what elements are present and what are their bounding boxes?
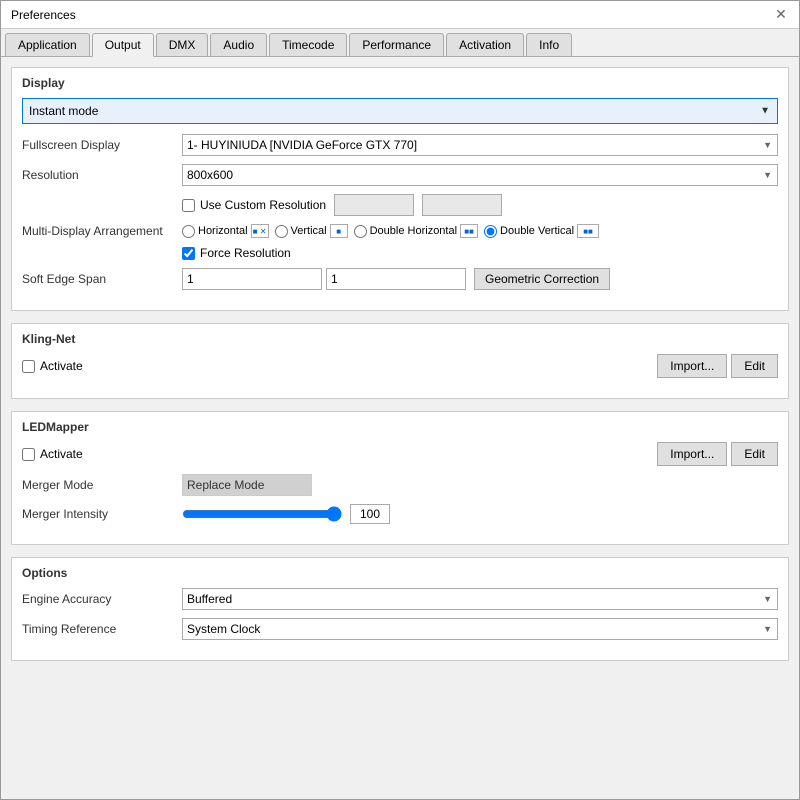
title-bar: Preferences ✕	[1, 1, 799, 29]
resolution-select-wrapper[interactable]: 800x600	[182, 164, 778, 186]
double-vertical-label: Double Vertical	[500, 225, 574, 237]
double-horizontal-label: Double Horizontal	[370, 225, 457, 237]
custom-res-input-2[interactable]	[422, 194, 502, 216]
kling-net-activate-label: Activate	[40, 359, 83, 373]
display-section: Display Instant mode Fullscreen Display …	[11, 67, 789, 311]
soft-edge-input-1[interactable]	[182, 268, 322, 290]
vertical-icon: ■	[330, 224, 348, 238]
double-vertical-radio[interactable]	[484, 225, 497, 238]
soft-edge-label: Soft Edge Span	[22, 272, 182, 286]
fullscreen-label: Fullscreen Display	[22, 138, 182, 152]
resolution-label: Resolution	[22, 168, 182, 182]
horizontal-icon: ■ ✕	[251, 224, 269, 238]
force-res-checkbox-group: Force Resolution	[182, 246, 291, 260]
led-mapper-section: LEDMapper Activate Import... Edit Merger…	[11, 411, 789, 545]
horizontal-radio[interactable]	[182, 225, 195, 238]
multi-display-label: Multi-Display Arrangement	[22, 224, 182, 238]
led-mapper-import-button[interactable]: Import...	[657, 442, 727, 466]
kling-net-title: Kling-Net	[22, 332, 778, 346]
tab-dmx[interactable]: DMX	[156, 33, 209, 56]
instant-mode-dropdown-wrapper[interactable]: Instant mode	[22, 98, 778, 124]
fullscreen-select-wrapper[interactable]: 1- HUYINIUDA [NVIDIA GeForce GTX 770]	[182, 134, 778, 156]
content-area: Display Instant mode Fullscreen Display …	[1, 57, 799, 799]
engine-accuracy-label: Engine Accuracy	[22, 592, 182, 606]
led-mapper-activate-label: Activate	[40, 447, 83, 461]
tab-performance[interactable]: Performance	[349, 33, 444, 56]
custom-res-checkbox[interactable]	[182, 199, 195, 212]
kling-net-checkbox[interactable]	[22, 360, 35, 373]
engine-accuracy-select-wrapper[interactable]: Buffered	[182, 588, 778, 610]
options-section: Options Engine Accuracy Buffered Timing …	[11, 557, 789, 661]
vertical-label: Vertical	[291, 225, 327, 237]
led-mapper-edit-button[interactable]: Edit	[731, 442, 778, 466]
led-mapper-activate-group: Activate	[22, 447, 83, 461]
tab-output[interactable]: Output	[92, 33, 154, 57]
options-title: Options	[22, 566, 778, 580]
force-resolution-label: Force Resolution	[200, 246, 291, 260]
engine-accuracy-group: Engine Accuracy Buffered	[22, 588, 778, 610]
double-horizontal-option: Double Horizontal ■■	[354, 224, 478, 238]
timing-reference-group: Timing Reference System Clock	[22, 618, 778, 640]
double-vertical-icon: ■■	[577, 224, 599, 238]
led-mapper-checkbox[interactable]	[22, 448, 35, 461]
geometric-correction-button[interactable]: Geometric Correction	[474, 268, 610, 290]
tab-info[interactable]: Info	[526, 33, 572, 56]
fullscreen-display-group: Fullscreen Display 1- HUYINIUDA [NVIDIA …	[22, 134, 778, 156]
resolution-group: Resolution 800x600	[22, 164, 778, 186]
led-mapper-title: LEDMapper	[22, 420, 778, 434]
led-mapper-activate-row: Activate Import... Edit	[22, 442, 778, 466]
vertical-option: Vertical ■	[275, 224, 348, 238]
engine-accuracy-select[interactable]: Buffered	[182, 588, 778, 610]
merger-intensity-slider[interactable]	[182, 505, 342, 523]
merger-intensity-label: Merger Intensity	[22, 507, 182, 521]
custom-res-checkbox-group: Use Custom Resolution	[182, 198, 326, 212]
multi-display-group: Multi-Display Arrangement Horizontal ■ ✕…	[22, 224, 778, 238]
kling-net-activate-group: Activate	[22, 359, 83, 373]
soft-edge-inputs: Geometric Correction	[182, 268, 778, 290]
tab-application[interactable]: Application	[5, 33, 90, 56]
close-button[interactable]: ✕	[773, 7, 789, 23]
preferences-window: Preferences ✕ Application Output DMX Aud…	[0, 0, 800, 800]
merger-intensity-row: Merger Intensity	[22, 504, 778, 524]
merger-mode-row: Merger Mode Replace Mode	[22, 474, 778, 496]
horizontal-option: Horizontal ■ ✕	[182, 224, 269, 238]
custom-resolution-group: Use Custom Resolution	[22, 194, 778, 216]
kling-net-import-button[interactable]: Import...	[657, 354, 727, 378]
vertical-radio[interactable]	[275, 225, 288, 238]
timing-reference-select[interactable]: System Clock	[182, 618, 778, 640]
timing-reference-label: Timing Reference	[22, 622, 182, 636]
tab-activation[interactable]: Activation	[446, 33, 524, 56]
fullscreen-select[interactable]: 1- HUYINIUDA [NVIDIA GeForce GTX 770]	[182, 134, 778, 156]
tab-audio[interactable]: Audio	[210, 33, 267, 56]
custom-res-input-1[interactable]	[334, 194, 414, 216]
instant-mode-select[interactable]: Instant mode	[22, 98, 778, 124]
double-horizontal-radio[interactable]	[354, 225, 367, 238]
merger-intensity-slider-container	[182, 504, 390, 524]
merger-mode-label: Merger Mode	[22, 478, 182, 492]
kling-net-buttons: Import... Edit	[657, 354, 778, 378]
double-horizontal-icon: ■■	[460, 224, 478, 238]
resolution-select[interactable]: 800x600	[182, 164, 778, 186]
horizontal-label: Horizontal	[198, 225, 248, 237]
force-resolution-checkbox[interactable]	[182, 247, 195, 260]
timing-reference-select-wrapper[interactable]: System Clock	[182, 618, 778, 640]
custom-res-label: Use Custom Resolution	[200, 198, 326, 212]
merger-mode-select[interactable]: Replace Mode	[182, 474, 312, 496]
display-title: Display	[22, 76, 778, 90]
multi-display-options: Horizontal ■ ✕ Vertical ■ Double Horizon…	[182, 224, 599, 238]
tabs-bar: Application Output DMX Audio Timecode Pe…	[1, 29, 799, 57]
kling-net-edit-button[interactable]: Edit	[731, 354, 778, 378]
kling-net-section: Kling-Net Activate Import... Edit	[11, 323, 789, 399]
soft-edge-row: Soft Edge Span Geometric Correction	[22, 268, 778, 290]
double-vertical-option: Double Vertical ■■	[484, 224, 599, 238]
window-title: Preferences	[11, 8, 76, 22]
led-mapper-buttons: Import... Edit	[657, 442, 778, 466]
tab-timecode[interactable]: Timecode	[269, 33, 347, 56]
merger-intensity-value[interactable]	[350, 504, 390, 524]
soft-edge-input-2[interactable]	[326, 268, 466, 290]
kling-net-activate-row: Activate Import... Edit	[22, 354, 778, 378]
force-resolution-row: Force Resolution	[22, 246, 778, 260]
